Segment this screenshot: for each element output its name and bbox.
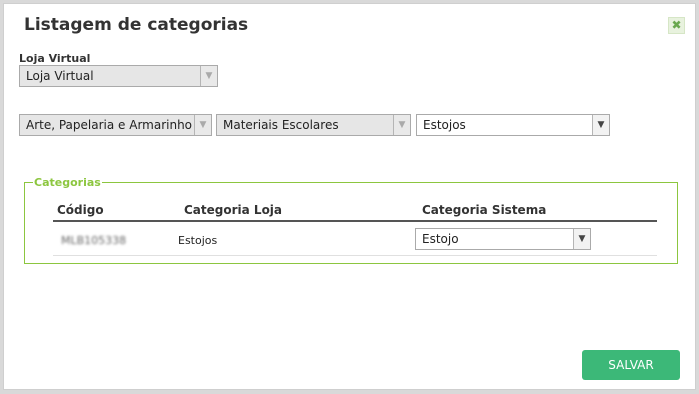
cell-categoria-loja: Estojos [178, 234, 218, 247]
categoria-sistema-select[interactable]: Estojo ▼ [415, 228, 591, 250]
save-button[interactable]: SALVAR [582, 350, 680, 380]
chevron-down-icon: ▼ [592, 115, 609, 135]
categorias-fieldset: Categorias Código Categoria Loja Categor… [24, 176, 678, 264]
category-level3-value: Estojos [423, 118, 466, 132]
chevron-down-icon: ▼ [573, 229, 590, 249]
category-level2-select[interactable]: Materiais Escolares ▼ [216, 114, 411, 136]
loja-select-value: Loja Virtual [26, 69, 94, 83]
column-header-categoria-sistema: Categoria Sistema [422, 203, 547, 217]
categories-dialog: Listagem de categorias ✖ Loja Virtual Lo… [3, 3, 696, 390]
column-header-categoria-loja: Categoria Loja [184, 203, 283, 217]
categorias-legend: Categorias [33, 176, 102, 189]
loja-label: Loja Virtual [19, 52, 91, 65]
chevron-down-icon: ▼ [194, 115, 211, 135]
category-level2-value: Materiais Escolares [223, 118, 339, 132]
close-icon[interactable]: ✖ [668, 17, 685, 34]
chevron-down-icon: ▼ [393, 115, 410, 135]
category-level3-select[interactable]: Estojos ▼ [416, 114, 610, 136]
column-header-codigo: Código [57, 203, 104, 217]
dialog-title: Listagem de categorias [24, 15, 249, 35]
cell-codigo: MLB105338 [61, 234, 127, 247]
category-level1-select[interactable]: Arte, Papelaria e Armarinho ▼ [19, 114, 212, 136]
loja-select[interactable]: Loja Virtual ▼ [19, 65, 218, 87]
table-row-divider [53, 255, 657, 256]
category-level1-value: Arte, Papelaria e Armarinho [26, 118, 193, 132]
table-header-divider [53, 220, 657, 222]
chevron-down-icon: ▼ [200, 66, 217, 86]
categoria-sistema-value: Estojo [422, 232, 459, 246]
